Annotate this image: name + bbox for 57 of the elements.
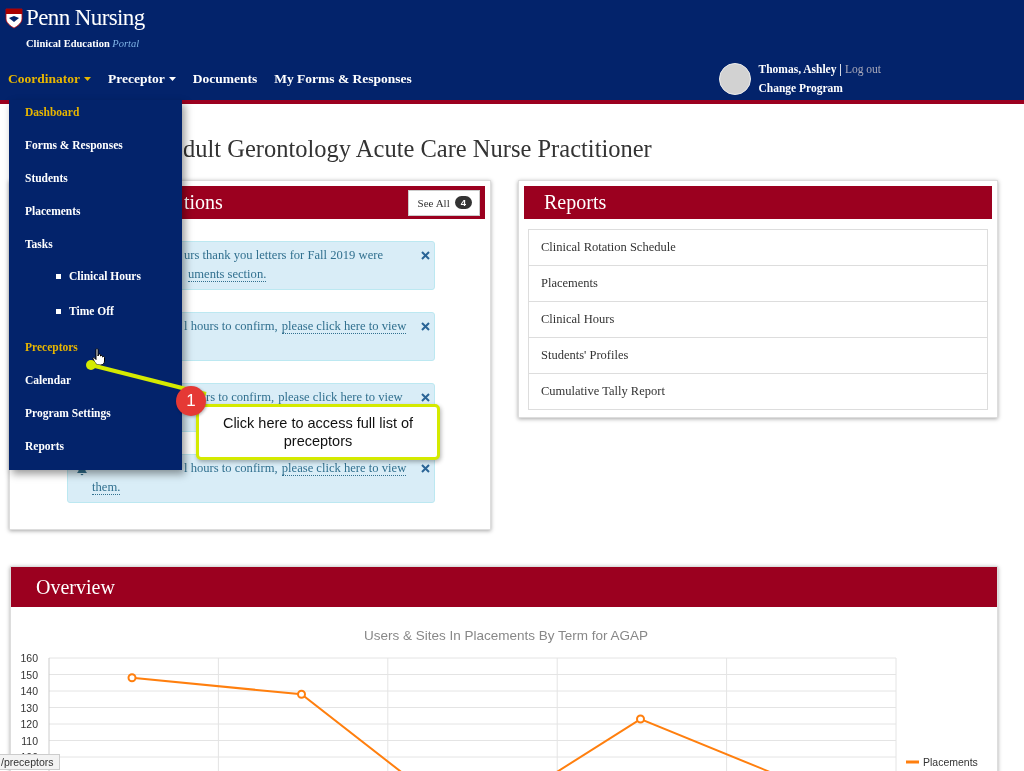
menu-item[interactable]: Forms & Responses [9, 133, 123, 166]
menu-item[interactable]: Students [9, 166, 68, 199]
alert-link[interactable]: please click here to view [281, 319, 407, 334]
menu-item[interactable]: Reports [9, 434, 64, 467]
chart-title: Users & Sites In Placements By Term for AGAP [363, 628, 649, 643]
nav-link[interactable]: Preceptor [108, 71, 176, 87]
data-point [297, 689, 306, 699]
alert-text: l hours to confirm, [184, 319, 278, 333]
menu-item[interactable]: Preceptors [9, 335, 78, 368]
axis-tick-label: 110 [21, 734, 38, 747]
menu-item[interactable]: Program Settings [9, 401, 111, 434]
axis-tick-label: 160 [20, 652, 38, 664]
close-icon[interactable] [421, 464, 430, 473]
shield-logo-icon [5, 7, 23, 29]
panel-title: Reports [544, 191, 607, 214]
axis-tick-label: 140 [20, 685, 38, 697]
nav-link[interactable]: Documents [192, 71, 258, 87]
report-link[interactable]: Clinical Rotation Schedule [529, 230, 987, 265]
user-name: Thomas, Ashley | [758, 63, 842, 75]
data-point [636, 714, 645, 724]
status-url: /preceptors [1, 756, 54, 768]
submenu-item[interactable]: Time Off [9, 294, 114, 329]
menu-item[interactable]: Dashboard [9, 100, 80, 133]
alert-text: rs to confirm, [206, 390, 275, 404]
axis-tick-label: 120 [20, 718, 38, 730]
alert-link[interactable]: them. [92, 480, 121, 495]
count-badge: 4 [454, 196, 472, 209]
callout-text: Click here to access full list of preceptors [196, 404, 440, 460]
change-program-link[interactable]: Change Program [758, 82, 843, 94]
axis-tick-label: 130 [20, 701, 38, 714]
logout-link[interactable]: Log out [844, 63, 881, 75]
alert-text: urs thank you letters for Fall 2019 were [184, 248, 383, 262]
report-link[interactable]: Cumulative Tally Report [529, 373, 987, 409]
report-link[interactable]: Students' Profiles [529, 337, 987, 373]
portal-subtitle: Clinical Education Portal [26, 38, 140, 49]
data-point [127, 673, 137, 683]
axis-tick-label: 150 [20, 668, 38, 681]
avatar [718, 63, 751, 95]
nav-link[interactable]: Coordinator [8, 71, 91, 87]
close-icon[interactable] [421, 393, 430, 402]
nav-link[interactable]: My Forms & Responses [274, 71, 412, 87]
hand-cursor-icon [92, 348, 106, 366]
panel-title: Overview [36, 575, 115, 599]
brand-title: Penn Nursing [26, 5, 145, 31]
alert-link[interactable]: uments section. [188, 267, 267, 282]
alert-text: l hours to confirm, [184, 461, 278, 475]
legend-label: Placements [923, 756, 978, 768]
report-link[interactable]: Placements [529, 265, 987, 301]
menu-item[interactable]: Placements [9, 199, 81, 232]
see-all-button[interactable]: See All 4 [407, 189, 480, 216]
page-title: dult Gerontology Acute Care Nurse Practitioner [183, 134, 652, 164]
menu-item[interactable]: Calendar [9, 368, 71, 401]
report-link[interactable]: Clinical Hours [529, 301, 987, 337]
panel-title: tions [184, 191, 223, 214]
alert-link[interactable]: please click here to view [281, 461, 407, 476]
close-icon[interactable] [421, 251, 430, 260]
close-icon[interactable] [421, 322, 430, 331]
